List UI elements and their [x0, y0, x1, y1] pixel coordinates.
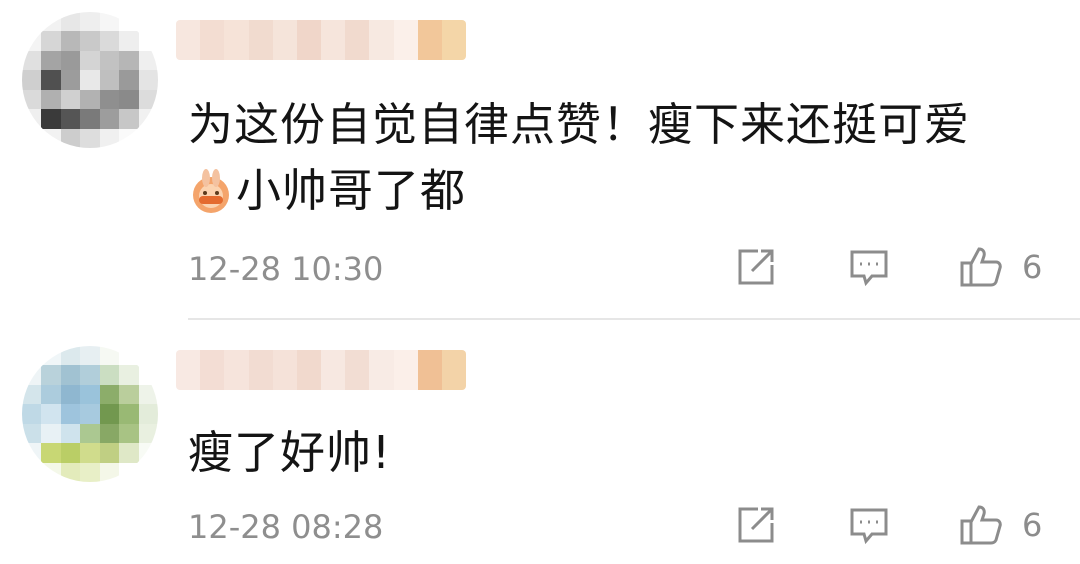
comment-text-line2-label: 小帅哥了都 — [236, 164, 467, 217]
avatar[interactable] — [22, 346, 158, 482]
thumbs-up-icon — [960, 505, 1002, 545]
avatar-pixelated-image — [22, 12, 158, 148]
comment-text: 瘦了好帅! — [188, 420, 1020, 486]
reply-icon — [850, 250, 888, 287]
reply-button[interactable] — [846, 502, 892, 548]
timestamp: 12-28 10:30 — [188, 250, 384, 288]
timestamp: 12-28 08:28 — [188, 508, 384, 546]
avatar-pixelated-image — [22, 346, 158, 482]
clapping-bear-emoji-icon — [193, 169, 229, 213]
share-icon — [738, 507, 774, 543]
thumbs-up-icon — [960, 247, 1002, 287]
comment-text-line2: 小帅哥了都 — [188, 158, 1020, 224]
share-icon — [738, 249, 774, 285]
reply-button[interactable] — [846, 244, 892, 290]
comment-item: 瘦了好帅! 12-28 08:28 6 — [0, 320, 1080, 564]
like-button[interactable]: 6 — [958, 502, 1042, 548]
like-count: 6 — [1022, 506, 1043, 544]
share-button[interactable] — [732, 244, 778, 290]
username-blurred[interactable] — [176, 20, 466, 60]
comment-text-line1: 为这份自觉自律点赞！瘦下来还挺可爱 — [188, 98, 971, 151]
like-button[interactable]: 6 — [958, 244, 1042, 290]
comment-item: 为这份自觉自律点赞！瘦下来还挺可爱 小帅哥了都 12-28 10:30 6 — [0, 0, 1080, 318]
comment-text-line1: 瘦了好帅! — [188, 426, 392, 479]
username-blurred[interactable] — [176, 350, 466, 390]
comment-text: 为这份自觉自律点赞！瘦下来还挺可爱 小帅哥了都 — [188, 92, 1020, 224]
share-button[interactable] — [732, 502, 778, 548]
reply-icon — [850, 508, 888, 545]
avatar[interactable] — [22, 12, 158, 148]
like-count: 6 — [1022, 248, 1043, 286]
